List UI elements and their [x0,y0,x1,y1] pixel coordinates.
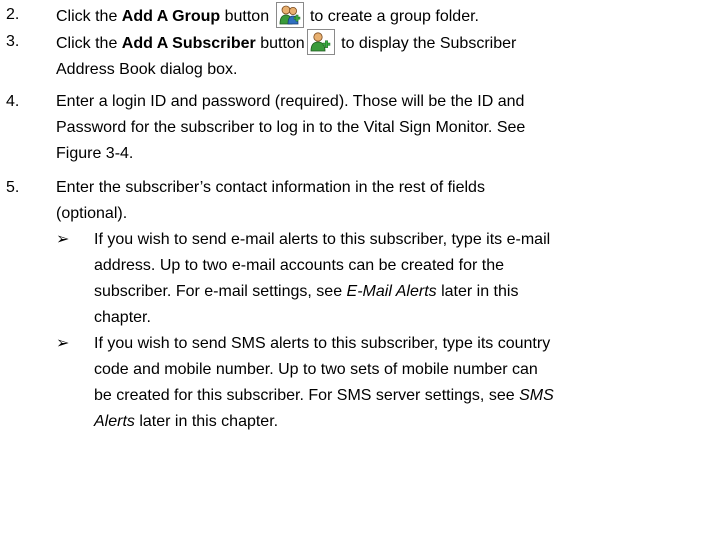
text-segment: be created for this subscriber. For SMS … [94,387,520,404]
bullet-text-line: If you wish to send e-mail alerts to thi… [94,231,551,248]
step-text: Click the Add A Subscriber button to dis… [56,29,718,83]
step-text-line: Address Book dialog box. [56,61,238,78]
text-segment: button [255,35,305,52]
arrow-bullet-icon: ➢ [56,231,70,248]
step-number: 3. [6,33,20,50]
bullet-text-line: chapter. [94,309,151,326]
step-text: Enter the subscriber’s contact informati… [56,175,718,227]
step-number: 2. [6,6,20,23]
text-segment: to display the Subscriber [336,35,517,52]
button-name: Add A Subscriber [121,35,256,52]
text-segment: subscriber. For e-mail settings, see [94,283,347,300]
bullet-text-line: If you wish to send SMS alerts to this s… [94,335,551,352]
step-text-line: Password for the subscriber to log in to… [56,119,526,136]
step-text-line: Figure 3-4. [56,145,134,162]
bullet-text-line: code and mobile number. Up to two sets o… [94,361,538,378]
button-name: Add A Group [121,8,221,25]
step-text-line: (optional). [56,205,128,222]
step-text-line: Enter a login ID and password (required)… [56,93,525,110]
add-subscriber-icon [306,29,335,55]
arrow-bullet-icon: ➢ [56,335,70,352]
step-text: Enter a login ID and password (required)… [56,89,718,167]
text-segment: button [220,8,274,25]
text-segment: later in this chapter. [134,413,279,430]
bullet-text: If you wish to send e-mail alerts to thi… [94,227,719,331]
cross-reference: SMS [519,387,554,404]
text-segment: to create a group folder. [305,8,479,25]
bullet-text-line: address. Up to two e-mail accounts can b… [94,257,504,274]
step-text: Click the Add A Group button to create a… [56,2,718,30]
bullet-text: If you wish to send SMS alerts to this s… [94,331,719,435]
text-segment: Click the [56,8,122,25]
step-number: 4. [6,93,20,110]
add-group-icon [275,2,304,28]
cross-reference: E-Mail Alerts [346,283,437,300]
text-segment: later in this [436,283,519,300]
step-number: 5. [6,179,20,196]
text-segment: Click the [56,35,122,52]
step-text-line: Enter the subscriber’s contact informati… [56,179,485,196]
cross-reference: Alerts [94,413,135,430]
